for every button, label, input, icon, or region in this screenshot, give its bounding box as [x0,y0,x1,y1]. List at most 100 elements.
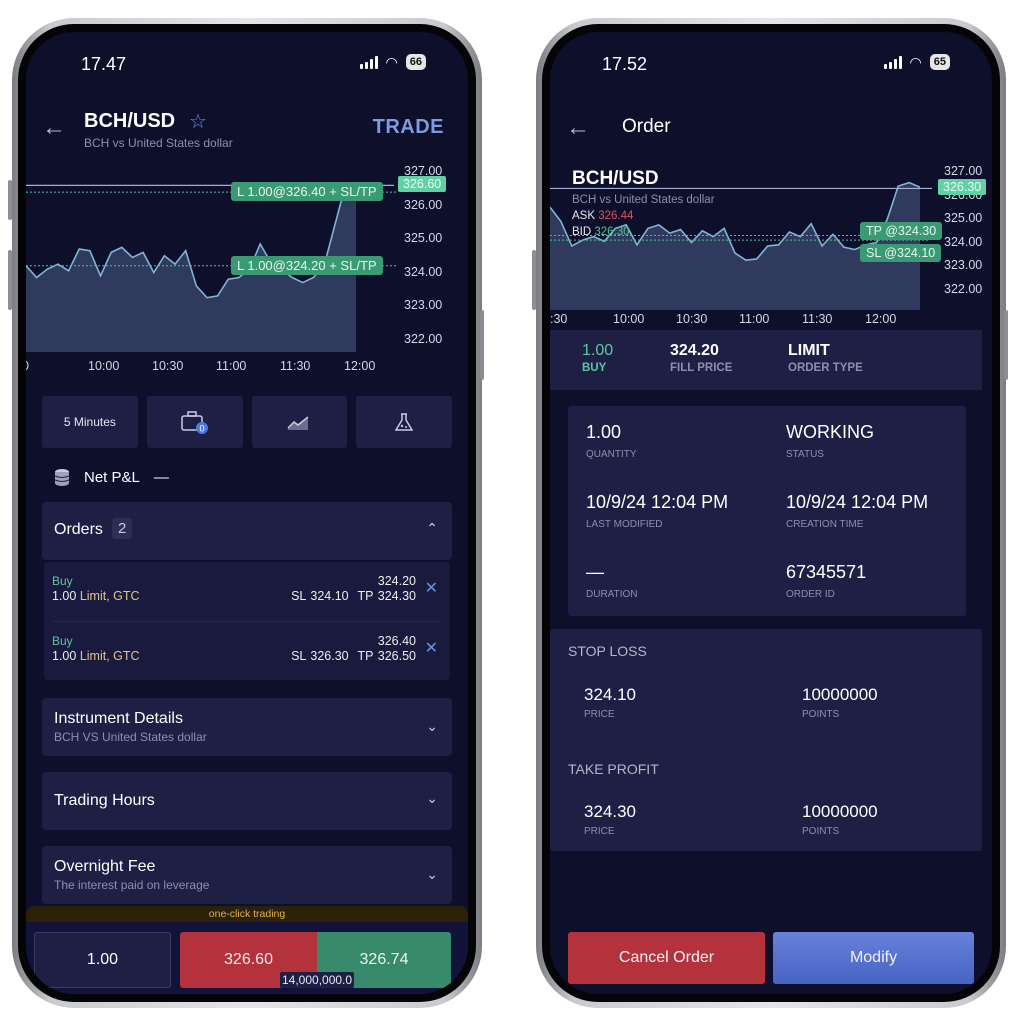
side-button [8,180,12,220]
chevron-up-icon[interactable]: ⌃ [426,520,438,537]
overnight-fee-section[interactable]: Overnight Fee The interest paid on lever… [42,846,452,904]
chart-toolbar: 5 Minutes 0 [42,396,452,448]
summary-side: 1.00 BUY [582,342,614,374]
ask-price: ASK 326.44 [572,210,634,222]
detail-order-id: 67345571 ORDER ID [786,562,867,600]
section-subtitle: The interest paid on leverage [54,878,210,892]
trading-hours-section[interactable]: Trading Hours ⌄ [42,772,452,830]
timeframe-button[interactable]: 5 Minutes [42,396,138,448]
x-axis-label: 12:00 [344,359,376,373]
current-price-tag: 326.30 [938,179,987,196]
chart-type-button[interactable] [251,396,348,448]
y-axis-label: 324.00 [404,264,443,279]
y-axis-label: 324.00 [944,234,983,249]
phone-right-frame: 17.52 ◠ 65 ← Order 327.00326.00325.00324… [536,18,1006,1008]
bezel: 17.52 ◠ 65 ← Order 327.00326.00325.00324… [542,24,1000,1002]
y-axis-label: 326.00 [404,197,443,212]
side-button [1004,310,1008,380]
back-arrow-icon[interactable]: ← [42,114,66,142]
summary-fill-price: 324.20 FILL PRICE [670,342,733,374]
svg-text:0: 0 [199,424,204,434]
take-profit-tag[interactable]: TP @324.30 [860,222,943,240]
section-title: Trading Hours [54,792,155,809]
trade-bar: 1.00 326.60 326.74 14,000,000.0 [26,922,468,994]
x-axis-label: 11:00 [216,359,247,373]
chevron-down-icon[interactable]: ⌄ [426,866,438,883]
volume-label: 14,000,000.0 [280,972,355,988]
order-qty: 1.00 Limit, GTC [52,589,140,603]
indicators-button[interactable] [356,396,452,448]
chevron-down-icon[interactable]: ⌄ [426,718,438,735]
portfolio-button[interactable]: 0 [146,396,243,448]
instrument-title: BCH/USD [84,110,176,132]
order-side: Buy [52,574,73,588]
instrument-subtitle: BCH vs United States dollar [84,136,233,150]
take-profit-points: 10000000 POINTS [802,802,878,837]
sl-tp-card: STOP LOSS 324.10 PRICE 10000000 POINTS TAK… [550,629,982,851]
y-axis-label: 327.00 [944,164,983,178]
coins-icon [54,469,70,486]
y-axis-label: 323.00 [944,258,983,272]
orders-section-header[interactable]: Orders 2 ⌃ [42,502,452,560]
net-pnl: Net P&L — [54,468,169,486]
cancel-order-icon[interactable]: ✕ [425,578,438,598]
current-price-tag: 326.60 [398,176,447,193]
order-row[interactable]: Buy 1.00 Limit, GTC 326.40 SL 326.30 TP … [52,622,442,680]
status-time: 17.47 [81,54,127,74]
battery-icon: 65 [929,54,950,70]
status-icons: ◠ 65 [883,54,950,70]
order-details-card: 1.00 QUANTITY WORKING STATUS 10/9/24 12:04… [568,406,966,616]
y-axis-label: 325.00 [404,231,443,245]
area-chart-icon [287,416,309,430]
battery-icon: 66 [405,54,426,70]
order-line-tag[interactable]: L 1.00@324.20 + SL/TP [231,255,383,275]
stop-loss-tag[interactable]: SL @324.10 [860,244,942,262]
order-line-tag[interactable]: L 1.00@326.40 + SL/TP [231,182,383,202]
status-bar: 17.47 ◠ 66 [26,48,468,78]
side-button [480,310,484,380]
detail-status: WORKING STATUS [786,422,874,460]
x-axis-label: 11:30 [802,312,833,326]
orders-title: Orders [54,521,103,538]
take-profit-title: TAKE PROFIT [568,761,659,777]
modify-button[interactable]: Modify [773,932,974,984]
x-axis-label: 10:30 [152,359,184,373]
status-bar: 17.52 ◠ 65 [550,48,992,78]
page-title: Order [622,116,671,137]
detail-creation-time: 10/9/24 12:04 PM CREATION TIME [786,492,929,530]
side-button [8,250,12,310]
chart-symbol: BCH/USD [572,168,659,189]
net-pnl-label: Net P&L [84,468,140,486]
back-arrow-icon[interactable]: ← [566,114,590,142]
cancel-order-button[interactable]: Cancel Order [568,932,765,984]
y-axis-label: 322.00 [404,331,443,346]
x-axis-label: 0 [26,359,29,373]
quantity-input[interactable]: 1.00 [34,932,171,988]
signal-icon [883,55,902,69]
trade-screen: 17.47 ◠ 66 ← BCH/USD ☆ BCH vs United Sta… [26,32,468,994]
order-sltp: SL 326.30 TP 326.50 [291,649,416,663]
order-price: 326.40 [377,634,416,648]
cancel-order-icon[interactable]: ✕ [425,638,438,658]
side-button [532,250,536,310]
stop-loss-price: 324.10 PRICE [584,685,636,720]
order-header: ← Order [550,104,992,164]
chart-symbol-subtitle: BCH vs United States dollar [572,194,715,206]
status-icons: ◠ 66 [359,54,426,70]
order-row[interactable]: Buy 1.00 Limit, GTC 324.20 SL 324.10 TP … [52,562,442,620]
wifi-icon: ◠ [385,54,398,70]
x-axis-label: 12:00 [865,312,897,326]
net-pnl-value: — [153,468,169,486]
instrument-details-section[interactable]: Instrument Details BCH VS United States … [42,698,452,756]
favorite-star-icon[interactable]: ☆ [189,109,207,134]
order-summary: 1.00 BUY 324.20 FILL PRICE LIMIT ORDER T… [550,330,982,390]
stop-loss-title: STOP LOSS [568,643,647,659]
instrument-header: ← BCH/USD ☆ BCH vs United States dollar … [26,104,468,164]
x-axis-label: 11:00 [739,312,770,326]
trade-button[interactable]: TRADE [373,116,444,139]
price-chart[interactable]: 327.00326.00325.00324.00323.00322.00 010… [26,162,468,392]
chevron-down-icon[interactable]: ⌄ [426,790,438,807]
order-screen: 17.52 ◠ 65 ← Order 327.00326.00325.00324… [550,32,992,994]
order-side: Buy [52,634,73,648]
bezel: 17.47 ◠ 66 ← BCH/USD ☆ BCH vs United Sta… [18,24,476,1002]
